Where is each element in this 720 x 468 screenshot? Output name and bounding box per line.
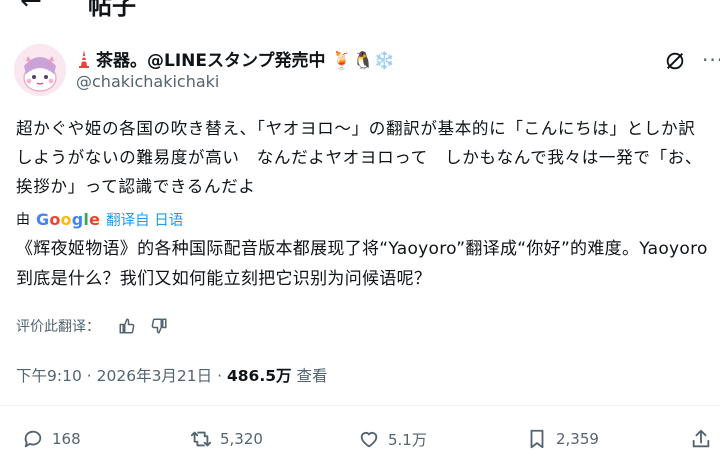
user-handle[interactable]: @chakichakichaki [76, 72, 219, 91]
like-button[interactable]: 5.1万 [358, 424, 427, 454]
heart-icon [360, 431, 378, 448]
repost-count: 5,320 [220, 430, 263, 448]
tweet-header: 茶器。@LINEスタンプ発売中 🍹🐧❄️ @chakichakichaki ··… [14, 40, 720, 100]
rate-translation: 评价此翻译： [16, 316, 180, 336]
google-logo-icon: Google [36, 209, 101, 229]
bookmark-icon [530, 429, 544, 449]
thumbs-down-icon[interactable] [148, 316, 170, 336]
share-icon [692, 429, 710, 448]
top-bar: ← 帖子 [0, 0, 720, 22]
views-label: 查看 [296, 367, 328, 385]
views-count: 486.5万 [226, 367, 292, 385]
reply-button[interactable]: 168 [22, 424, 81, 454]
bookmark-button[interactable]: 2,359 [526, 424, 599, 454]
meta-separator: · [86, 367, 92, 385]
reply-icon [24, 430, 42, 448]
thumbs-up-icon[interactable] [116, 316, 138, 336]
back-arrow-icon[interactable]: ← [20, 0, 42, 16]
action-bar: 168 5,320 5.1万 2,359 [0, 424, 720, 454]
avatar[interactable] [14, 44, 66, 96]
reply-count: 168 [52, 430, 81, 448]
anime-avatar-icon [14, 44, 66, 96]
tweet-text: 超かぐや姫の各国の吹き替え、「ヤオヨロ〜」の翻訳が基本的に「こんにちは」としか訳… [16, 119, 703, 196]
page-title: 帖子 [88, 0, 136, 20]
bookmark-count: 2,359 [556, 430, 599, 448]
translated-from-link[interactable]: 翻译自 日语 [106, 209, 183, 230]
divider [0, 405, 720, 406]
tweet-time[interactable]: 下午9:10 [16, 367, 82, 385]
like-count: 5.1万 [388, 430, 427, 449]
display-name[interactable]: 茶器。@LINEスタンプ発売中 🍹🐧❄️ [76, 46, 395, 71]
translated-by-label: 由 [16, 212, 30, 228]
display-name-text: 茶器。@LINEスタンプ発売中 [96, 51, 326, 71]
share-button[interactable] [690, 424, 720, 454]
meta-separator-2: · [217, 367, 223, 385]
tweet-meta: 下午9:10 · 2026年3月21日 · 486.5万 查看 [16, 364, 327, 386]
more-options-icon[interactable]: ··· [702, 48, 720, 72]
rate-translation-label: 评价此翻译： [16, 319, 100, 335]
tweet-date[interactable]: 2026年3月21日 [97, 367, 213, 385]
tower-emoji-icon [79, 50, 89, 68]
translated-text: 《辉夜姬物语》的各种国际配音版本都展现了将“Yaoyoro”翻译成“你好”的难度… [16, 239, 708, 289]
translation-attribution: 由 Google 翻译自 日语 [16, 208, 183, 230]
name-emojis: 🍹🐧❄️ [331, 51, 395, 71]
repost-button[interactable]: 5,320 [190, 424, 263, 454]
repost-icon [190, 431, 212, 447]
grok-icon[interactable] [664, 50, 686, 72]
